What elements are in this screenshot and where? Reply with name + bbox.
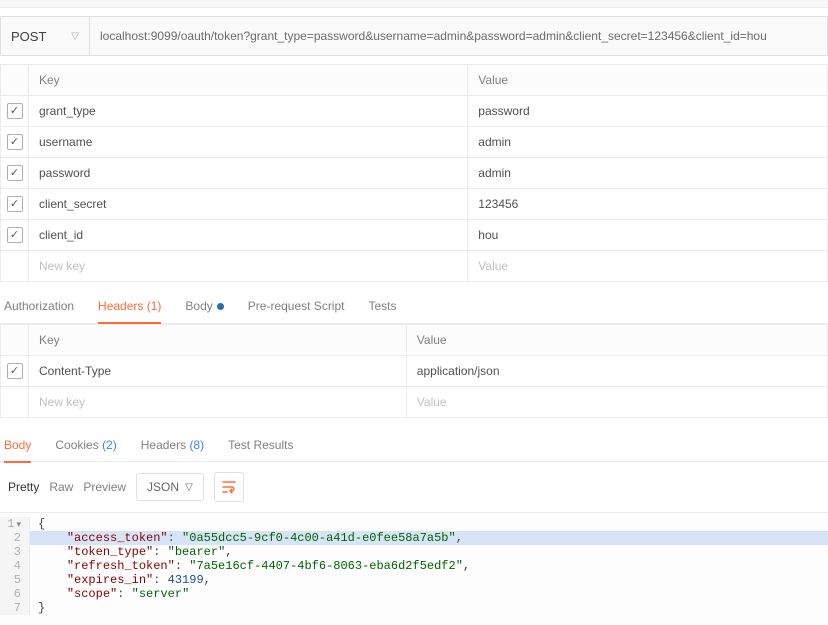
wrap-lines-button[interactable]: [214, 472, 244, 502]
row-checkbox[interactable]: [7, 196, 23, 212]
params-table: Key Value grant_typepasswordusernameadmi…: [0, 64, 828, 282]
view-raw-button[interactable]: Raw: [49, 480, 73, 494]
value-cell[interactable]: hou: [468, 220, 828, 251]
tab-authorization[interactable]: Authorization: [4, 289, 74, 323]
params-key-header: Key: [29, 65, 468, 96]
response-tabs: Body Cookies (2) Headers (8) Test Result…: [0, 428, 828, 462]
view-preview-button[interactable]: Preview: [83, 480, 126, 494]
params-value-header: Value: [468, 65, 828, 96]
key-cell[interactable]: username: [29, 127, 468, 158]
url-input[interactable]: localhost:9099/oauth/token?grant_type=pa…: [90, 16, 828, 56]
key-cell[interactable]: Content-Type: [29, 356, 407, 387]
tab-body[interactable]: Body: [185, 289, 223, 323]
params-checkbox-header: [1, 65, 29, 96]
row-checkbox[interactable]: [7, 363, 23, 379]
headers-table: Key Value Content-Typeapplication/jsonNe…: [0, 324, 828, 418]
value-cell[interactable]: password: [468, 96, 828, 127]
row-checkbox[interactable]: [7, 165, 23, 181]
http-method-label: POST: [11, 29, 46, 44]
resp-tab-body[interactable]: Body: [4, 428, 31, 462]
response-body-editor[interactable]: 1▾{ 2 "access_token": "0a55dcc5-9cf0-4c0…: [0, 512, 828, 625]
new-value-cell[interactable]: Value: [468, 251, 828, 282]
resp-tab-test-results[interactable]: Test Results: [228, 428, 293, 462]
resp-tab-headers[interactable]: Headers (8): [141, 428, 204, 462]
view-pretty-button[interactable]: Pretty: [8, 480, 39, 494]
request-tabs: Authorization Headers (1) Body Pre-reque…: [0, 288, 828, 324]
chevron-down-icon: ▽: [71, 31, 79, 42]
key-cell[interactable]: client_id: [29, 220, 468, 251]
new-key-cell[interactable]: New key: [29, 251, 468, 282]
new-key-cell[interactable]: New key: [29, 387, 407, 418]
resp-tab-cookies[interactable]: Cookies (2): [55, 428, 116, 462]
http-method-select[interactable]: POST ▽: [0, 16, 90, 56]
headers-key-header: Key: [29, 325, 407, 356]
row-checkbox[interactable]: [7, 227, 23, 243]
headers-checkbox-header: [1, 325, 29, 356]
format-select[interactable]: JSON▽: [136, 473, 204, 501]
value-cell[interactable]: application/json: [406, 356, 827, 387]
value-cell[interactable]: admin: [468, 158, 828, 189]
new-row[interactable]: New keyValue: [1, 251, 828, 282]
table-row: client_idhou: [1, 220, 828, 251]
key-cell[interactable]: password: [29, 158, 468, 189]
new-row[interactable]: New keyValue: [1, 387, 828, 418]
table-row: usernameadmin: [1, 127, 828, 158]
table-row: passwordadmin: [1, 158, 828, 189]
row-checkbox[interactable]: [7, 103, 23, 119]
url-text: localhost:9099/oauth/token?grant_type=pa…: [100, 29, 767, 43]
table-row: client_secret123456: [1, 189, 828, 220]
key-cell[interactable]: grant_type: [29, 96, 468, 127]
key-cell[interactable]: client_secret: [29, 189, 468, 220]
table-row: Content-Typeapplication/json: [1, 356, 828, 387]
tab-tests[interactable]: Tests: [368, 289, 396, 323]
wrap-icon: [221, 479, 237, 495]
table-row: grant_typepassword: [1, 96, 828, 127]
value-cell[interactable]: 123456: [468, 189, 828, 220]
chevron-down-icon: ▽: [185, 482, 193, 493]
new-value-cell[interactable]: Value: [406, 387, 827, 418]
response-toolbar: Pretty Raw Preview JSON▽: [0, 462, 828, 512]
tab-headers[interactable]: Headers (1): [98, 289, 161, 323]
unsaved-dot-icon: [217, 303, 224, 310]
tab-pre-request-script[interactable]: Pre-request Script: [248, 289, 345, 323]
headers-value-header: Value: [406, 325, 827, 356]
value-cell[interactable]: admin: [468, 127, 828, 158]
row-checkbox[interactable]: [7, 134, 23, 150]
